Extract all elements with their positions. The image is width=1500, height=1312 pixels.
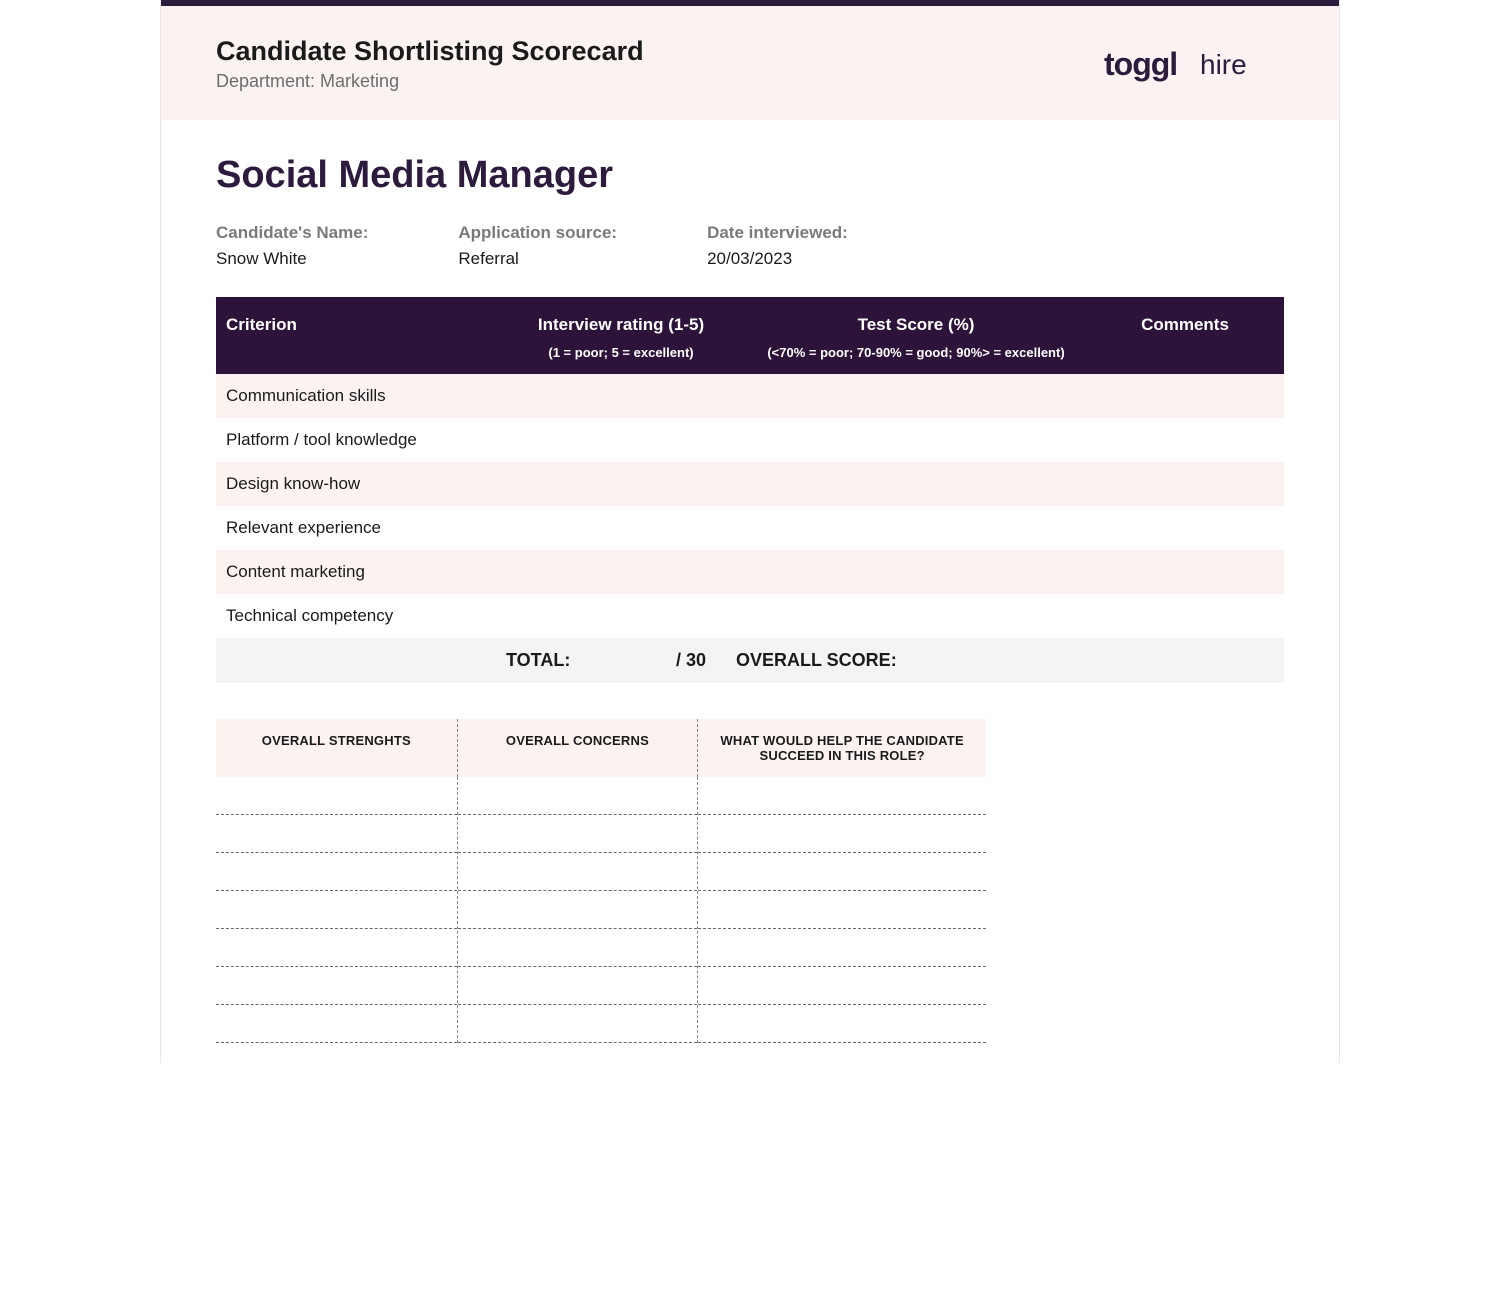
criterion-name: Technical competency xyxy=(226,606,506,626)
totals-row: TOTAL: / 30 OVERALL SCORE: xyxy=(216,638,1284,683)
meta-source: Application source: Referral xyxy=(458,223,617,269)
notes-col-help-label: WHAT WOULD HELP THE CANDIDATE SUCCEED IN… xyxy=(697,719,986,777)
criteria-row: Technical competency xyxy=(216,594,1284,638)
meta-candidate: Candidate's Name: Snow White xyxy=(216,223,368,269)
meta-label: Candidate's Name: xyxy=(216,223,368,243)
criteria-row: Relevant experience xyxy=(216,506,1284,550)
toggl-logo-icon: toggl hire xyxy=(1104,42,1284,88)
criterion-name: Design know-how xyxy=(226,474,506,494)
header-subtitle: Department: Marketing xyxy=(216,71,644,92)
criteria-row: Platform / tool knowledge xyxy=(216,418,1284,462)
col-rating-label: Interview rating (1-5) xyxy=(506,315,736,335)
meta-value: 20/03/2023 xyxy=(707,249,848,269)
col-comments-label: Comments xyxy=(1096,315,1274,335)
meta-label: Date interviewed: xyxy=(707,223,848,243)
notes-col-concerns xyxy=(457,777,698,1043)
col-criterion-label: Criterion xyxy=(226,315,506,335)
notes-col-concerns-label: OVERALL CONCERNS xyxy=(457,719,698,777)
header-title: Candidate Shortlisting Scorecard xyxy=(216,36,644,67)
total-max: / 30 xyxy=(676,650,706,671)
col-score-label: Test Score (%) xyxy=(736,315,1096,335)
svg-text:toggl: toggl xyxy=(1104,46,1177,82)
candidate-meta-row: Candidate's Name: Snow White Application… xyxy=(216,223,1284,269)
criteria-row: Communication skills xyxy=(216,374,1284,418)
meta-date: Date interviewed: 20/03/2023 xyxy=(707,223,848,269)
score-table-header: Criterion Interview rating (1-5) Test Sc… xyxy=(216,297,1284,374)
notes-col-help xyxy=(697,777,986,1043)
toggl-hire-logo: toggl hire xyxy=(1104,36,1284,88)
meta-value: Referral xyxy=(458,249,617,269)
role-title: Social Media Manager xyxy=(216,154,1284,197)
criterion-name: Content marketing xyxy=(226,562,506,582)
document-page: Candidate Shortlisting Scorecard Departm… xyxy=(160,0,1340,1063)
criterion-name: Relevant experience xyxy=(226,518,506,538)
document-header: Candidate Shortlisting Scorecard Departm… xyxy=(161,6,1339,120)
svg-text:hire: hire xyxy=(1200,49,1247,80)
header-text-block: Candidate Shortlisting Scorecard Departm… xyxy=(216,36,644,92)
col-score-hint: (<70% = poor; 70-90% = good; 90%> = exce… xyxy=(736,345,1096,360)
notes-col-strengths-label: OVERALL STRENGHTS xyxy=(216,719,457,777)
notes-section: OVERALL STRENGHTS OVERALL CONCERNS WHAT … xyxy=(216,719,986,1043)
col-rating-hint: (1 = poor; 5 = excellent) xyxy=(506,345,736,360)
notes-header: OVERALL STRENGHTS OVERALL CONCERNS WHAT … xyxy=(216,719,986,777)
criteria-row: Design know-how xyxy=(216,462,1284,506)
criterion-name: Communication skills xyxy=(226,386,506,406)
meta-value: Snow White xyxy=(216,249,368,269)
overall-score-label: OVERALL SCORE: xyxy=(736,650,1096,671)
criteria-row: Content marketing xyxy=(216,550,1284,594)
notes-body xyxy=(216,777,986,1043)
meta-label: Application source: xyxy=(458,223,617,243)
notes-col-strengths xyxy=(216,777,457,1043)
document-body: Social Media Manager Candidate's Name: S… xyxy=(161,120,1339,1063)
criterion-name: Platform / tool knowledge xyxy=(226,430,506,450)
total-label: TOTAL: xyxy=(506,650,570,671)
